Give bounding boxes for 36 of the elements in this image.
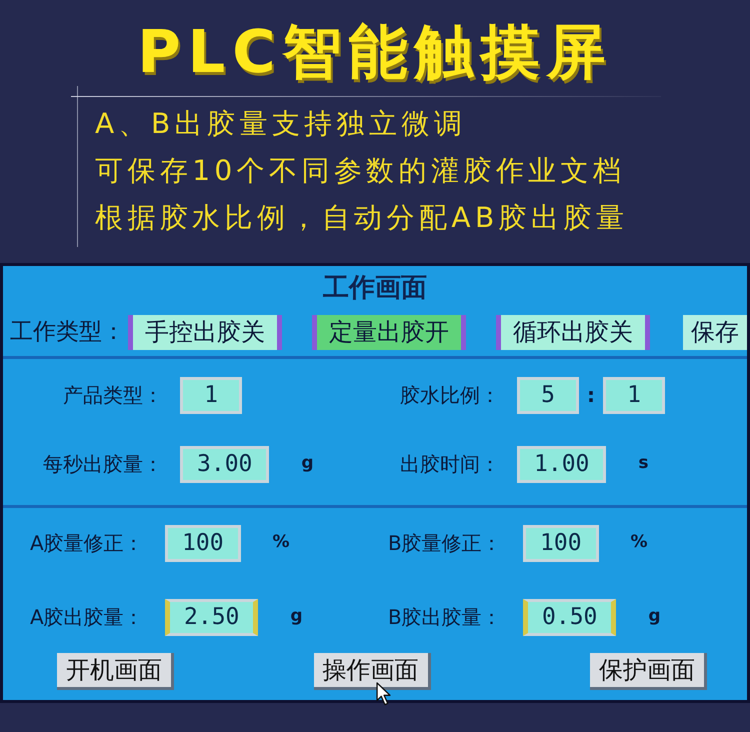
screen-nav-button[interactable]: 开机画面	[57, 653, 174, 690]
work-type-label: 工作类型：	[10, 318, 125, 348]
value-field[interactable]: 5	[517, 376, 579, 414]
field-label: 胶水比例：	[399, 382, 500, 409]
value-field[interactable]: 2.50	[165, 598, 258, 636]
field-label: 出胶时间：	[399, 451, 500, 478]
unit-label: g	[301, 452, 314, 476]
screen-nav-button[interactable]: 保护画面	[590, 653, 707, 690]
save-button[interactable]: 保存	[683, 315, 747, 350]
unit-label: s	[638, 452, 649, 476]
field-label: B胶出胶量：	[388, 604, 503, 631]
mode-toggle-button[interactable]: 手控出胶关	[128, 315, 282, 350]
field-label: 产品类型：	[62, 382, 163, 409]
feature-text: 根据胶水比例，自动分配AB胶出胶量	[95, 200, 628, 236]
mode-toggle-button[interactable]: 循环出胶关	[496, 315, 650, 350]
value-field[interactable]: 0.50	[523, 598, 616, 636]
feature-text: 可保存10个不同参数的灌胶作业文档	[95, 153, 626, 189]
value-field[interactable]: 1	[603, 376, 665, 414]
value-field[interactable]: 3.00	[180, 446, 270, 482]
ratio-separator: :	[587, 382, 595, 409]
field-label: A胶量修正：	[30, 530, 145, 557]
field-label: 每秒出胶量：	[42, 451, 163, 478]
mode-toggle-button[interactable]: 定量出胶开	[312, 315, 466, 350]
banner-title: PLC智能触摸屏	[137, 18, 613, 86]
unit-label: %	[630, 531, 648, 554]
unit-label: %	[272, 531, 290, 554]
feature-text: A、B出胶量支持独立微调	[95, 106, 466, 142]
unit-label: g	[648, 605, 661, 628]
field-label: B胶量修正：	[388, 530, 503, 557]
field-label: A胶出胶量：	[30, 604, 145, 631]
unit-label: g	[290, 605, 303, 628]
value-field[interactable]: 100	[523, 524, 599, 562]
value-field[interactable]: 1.00	[517, 446, 606, 482]
value-field[interactable]: 100	[165, 524, 241, 562]
screen-title: 工作画面	[323, 273, 427, 303]
value-field[interactable]: 1	[180, 376, 242, 414]
